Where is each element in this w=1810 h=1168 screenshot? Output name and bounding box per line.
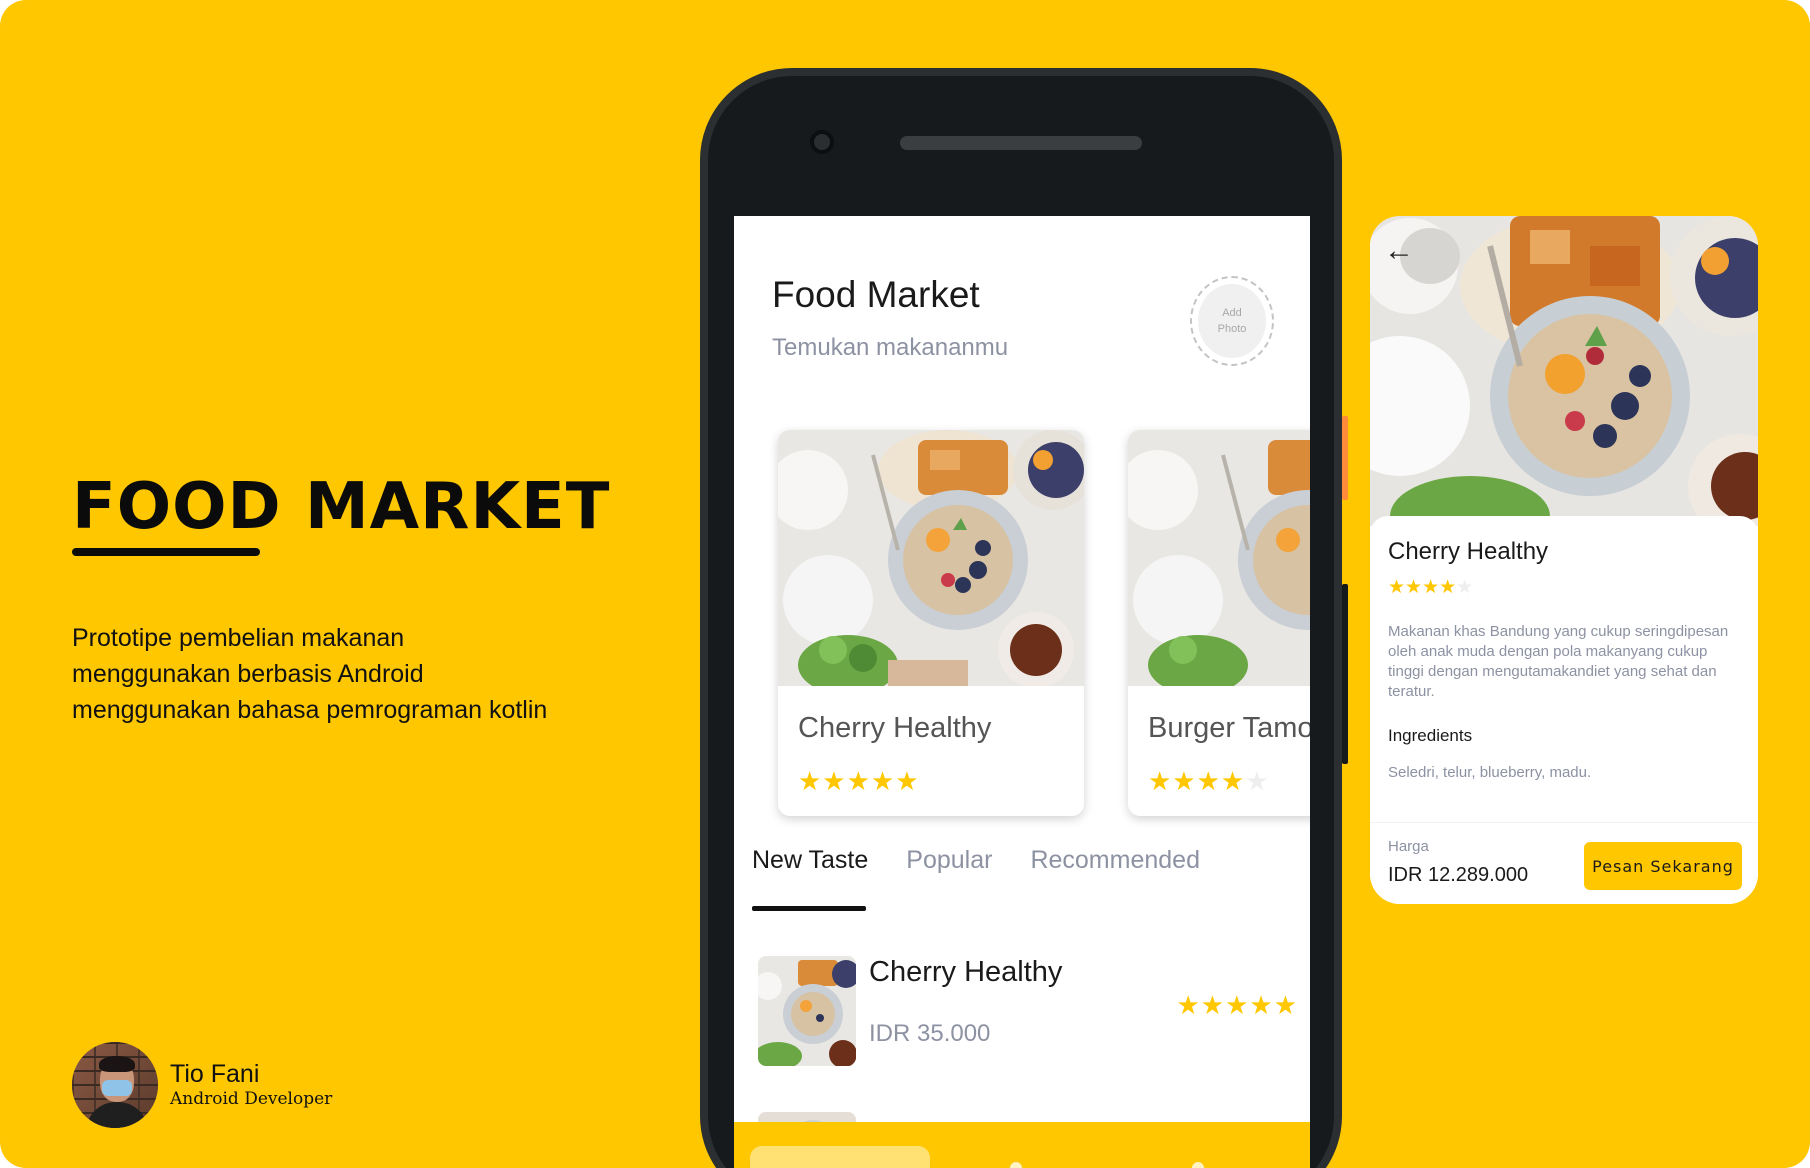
showcase-canvas: FOOD MARKET Prototipe pembelian makanan … — [0, 0, 1810, 1168]
active-tab-indicator — [752, 906, 866, 911]
ingredients-text: Seledri, telur, blueberry, madu. — [1388, 764, 1592, 781]
detail-card: ← Cherry Healthy ★★★★★ Makanan khas Band… — [1370, 216, 1758, 904]
hero-underline — [72, 548, 260, 556]
add-photo-button[interactable]: Add Photo — [1190, 276, 1274, 366]
tab-new-taste[interactable]: New Taste — [752, 846, 868, 875]
tab-recommended[interactable]: Recommended — [1030, 846, 1200, 875]
divider — [1370, 822, 1758, 823]
back-arrow-icon[interactable]: ← — [1384, 234, 1414, 268]
food-image — [1128, 430, 1310, 686]
tab-popular[interactable]: Popular — [906, 846, 992, 875]
list-item-name: Cherry Healthy — [869, 956, 1063, 988]
price-value: IDR 12.289.000 — [1388, 864, 1529, 886]
bottom-navigation — [734, 1122, 1310, 1168]
order-now-button[interactable]: Pesan Sekarang — [1584, 842, 1742, 890]
price-label: Harga — [1388, 838, 1429, 855]
author-block: Tio Fani Android Developer — [72, 1042, 332, 1128]
hero-description: Prototipe pembelian makanan menggunakan … — [72, 624, 548, 724]
star-empty-icon: ★ — [1456, 577, 1474, 598]
detail-body: Cherry Healthy ★★★★★ Makanan khas Bandun… — [1370, 516, 1758, 904]
detail-food-name: Cherry Healthy — [1388, 538, 1549, 565]
star-icon: ★★★★★ — [798, 766, 920, 796]
list-item[interactable]: Cherry Healthy IDR 35.000 ★★★★★ — [758, 956, 1298, 1066]
featured-card[interactable]: Cherry Healthy ★★★★★ — [778, 430, 1084, 816]
author-role: Android Developer — [170, 1089, 333, 1109]
hero-title-market: MARKET — [281, 470, 611, 544]
hero-title-food: FOOD — [72, 470, 282, 544]
add-photo-label-2: Photo — [1217, 323, 1247, 335]
author-name: Tio Fani — [170, 1060, 260, 1088]
hero-title: FOOD MARKET — [72, 470, 610, 544]
star-icon: ★★★★★ — [1176, 990, 1298, 1020]
food-image — [778, 430, 1084, 686]
nav-home-button[interactable] — [750, 1146, 930, 1168]
rating-stars: ★★★★★ — [798, 766, 920, 797]
featured-card-name: Burger Tamo — [1148, 712, 1310, 744]
list-item-price: IDR 35.000 — [869, 1020, 991, 1047]
rating-stars: ★★★★★ — [1388, 576, 1473, 599]
phone-side-button — [1342, 416, 1348, 500]
phone-power-button — [1342, 584, 1348, 764]
nav-order-icon[interactable] — [1010, 1162, 1022, 1168]
featured-card[interactable]: Burger Tamo ★★★★★ — [1128, 430, 1310, 816]
speaker-grille — [900, 136, 1142, 150]
category-tabs: New Taste Popular Recommended — [752, 846, 1200, 875]
add-photo-label-1: Add — [1222, 307, 1242, 319]
detail-description: Makanan khas Bandung yang cukup seringdi… — [1388, 623, 1729, 700]
star-icon: ★★★★ — [1148, 766, 1246, 796]
nav-profile-icon[interactable] — [1192, 1162, 1204, 1168]
camera-icon — [810, 130, 834, 154]
star-icon: ★★★★ — [1388, 577, 1457, 598]
food-image: ← — [1370, 216, 1758, 526]
featured-card-name: Cherry Healthy — [798, 712, 992, 744]
app-subtitle: Temukan makananmu — [772, 334, 1009, 361]
rating-stars: ★★★★★ — [1148, 766, 1270, 797]
star-empty-icon: ★ — [1245, 766, 1270, 796]
avatar — [72, 1042, 158, 1128]
ingredients-heading: Ingredients — [1388, 726, 1473, 745]
food-thumbnail — [758, 956, 856, 1066]
app-screen: Food Market Temukan makananmu Add Photo — [734, 216, 1310, 1168]
app-title: Food Market — [772, 274, 980, 315]
